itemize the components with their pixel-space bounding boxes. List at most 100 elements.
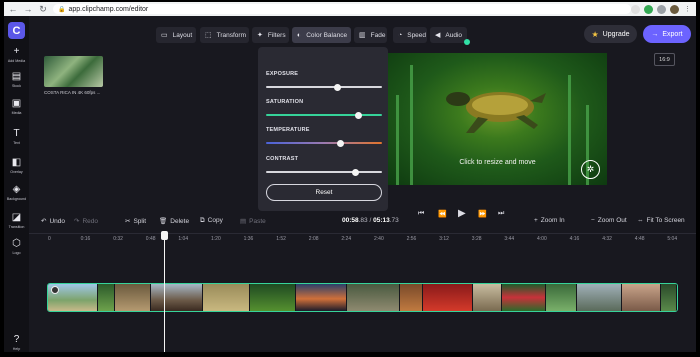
- address-bar[interactable]: 🔒 app.clipchamp.com/editor: [53, 4, 631, 14]
- sidebar-item-stock[interactable]: ▤ Stock: [4, 71, 29, 88]
- ruler-tick-label: 0: [48, 236, 51, 242]
- transform-icon: ⬚: [205, 32, 212, 39]
- undo-icon: ↶: [41, 218, 47, 225]
- sidebar-icon: T: [13, 128, 20, 139]
- sidebar-icon: ◪: [11, 212, 22, 223]
- ruler-tick-label: 1:20: [211, 236, 221, 242]
- url-text: app.clipchamp.com/editor: [68, 5, 149, 13]
- extension-icon[interactable]: [657, 4, 666, 14]
- media-thumbnail[interactable]: [44, 56, 103, 87]
- video-track[interactable]: [47, 283, 678, 312]
- video-preview[interactable]: Click to resize and move ✲: [388, 53, 607, 185]
- sidebar-item-logo[interactable]: ⬡ Logo: [4, 238, 29, 255]
- sidebar-item-background[interactable]: ◈ Background: [4, 184, 29, 201]
- tab-transform[interactable]: ⬚ Transform: [200, 27, 249, 43]
- total-time: 05:13: [373, 217, 390, 224]
- tab-filters[interactable]: ✦ Filters: [252, 27, 289, 43]
- resize-hint: Click to resize and move: [459, 159, 536, 166]
- tab-color-balance[interactable]: ◐ Color Balance: [292, 27, 351, 43]
- zoom-out-label: Zoom Out: [597, 217, 627, 224]
- paste-label: Paste: [249, 218, 266, 225]
- slider-knob[interactable]: [334, 83, 342, 91]
- browser-toolbar: ← → ↻ 🔒 app.clipchamp.com/editor ⋮: [4, 2, 696, 16]
- ruler-tick-label: 0:32: [113, 236, 123, 242]
- slider-knob[interactable]: [351, 168, 359, 176]
- sidebar-item-transition[interactable]: ◪ Transition: [4, 212, 29, 229]
- trash-icon: 🗑: [159, 218, 168, 225]
- upgrade-label: Upgrade: [602, 30, 630, 38]
- exposure-label: EXPOSURE: [266, 71, 299, 77]
- tab-audio[interactable]: ◀ Audio: [430, 27, 467, 43]
- fade-icon: ▥: [359, 32, 366, 39]
- scissors-icon: ✂: [125, 218, 131, 225]
- exposure-slider[interactable]: [266, 83, 382, 91]
- tab-label: Fade: [370, 31, 386, 39]
- ruler-tick-label: 0:16: [80, 236, 91, 242]
- app-logo[interactable]: C: [8, 22, 25, 39]
- timeline-ruler[interactable]: 0 0:16 0:32 0:48 1:04 1:20 1:36 1:52 2:08 2:24 2:4…: [29, 233, 696, 247]
- star-icon: ★: [591, 29, 599, 39]
- zoom-in-button[interactable]: + Zoom In: [534, 217, 565, 224]
- sidebar-item-label: Add Media: [7, 59, 26, 63]
- ruler-tick-label: 0:48: [145, 236, 156, 242]
- export-button[interactable]: → Export: [643, 25, 691, 43]
- sidebar-item-label: Media: [11, 111, 22, 115]
- extension-icon[interactable]: [631, 4, 640, 14]
- reset-button[interactable]: Reset: [266, 184, 382, 201]
- split-button[interactable]: ✂ Split: [125, 217, 146, 225]
- ruler-tick-label: 4:32: [602, 236, 612, 242]
- color-balance-icon: ◐: [297, 31, 302, 39]
- sidebar-item-overlay[interactable]: ◧ Overlay: [4, 157, 29, 174]
- fit-label: Fit To Screen: [646, 217, 685, 224]
- media-panel: COSTA RICA IN 4K 60fps ...: [29, 16, 119, 208]
- tab-speed[interactable]: ◔ Speed: [393, 27, 427, 43]
- menu-icon[interactable]: ⋮: [683, 5, 692, 14]
- clip-frame: [501, 284, 547, 311]
- zoom-out-button[interactable]: − Zoom Out: [591, 217, 627, 224]
- sidebar-item-help[interactable]: ? Help: [4, 334, 29, 351]
- copy-icon: ⧉: [200, 217, 205, 224]
- redo-button[interactable]: ↷ Redo: [74, 217, 98, 225]
- copy-button[interactable]: ⧉ Copy: [200, 217, 223, 225]
- active-indicator: [464, 39, 470, 45]
- profile-avatar[interactable]: [670, 4, 679, 14]
- paste-button[interactable]: ▤ Paste: [240, 217, 266, 225]
- tab-layout[interactable]: ▭ Layout: [156, 27, 196, 43]
- sidebar-icon: ▤: [11, 71, 22, 82]
- sidebar-item-media[interactable]: ▣ Media: [4, 98, 29, 115]
- aspect-ratio-button[interactable]: 16:9: [654, 53, 675, 66]
- saturation-slider[interactable]: [266, 111, 382, 119]
- turtle-image: [446, 92, 546, 133]
- clip-frame: [661, 284, 677, 311]
- contrast-slider[interactable]: [266, 168, 382, 176]
- sidebar-item-text[interactable]: T Text: [4, 128, 29, 145]
- clip-frame: [97, 284, 115, 311]
- color-balance-panel: EXPOSURE SATURATION TEMPERATURE CONTRAST Re…: [258, 47, 388, 211]
- ruler-tick-label: 2:24: [341, 236, 352, 242]
- playhead[interactable]: [164, 240, 165, 352]
- sidebar-item-add-media[interactable]: + Add Media: [4, 46, 29, 63]
- slider-knob[interactable]: [355, 111, 363, 119]
- clipchamp-editor: C + Add Media ▤ Stock ▣ Media T Text ◧ Overlay ◈ Ba…: [4, 16, 696, 352]
- extension-icon[interactable]: [644, 4, 653, 14]
- slider-knob[interactable]: [336, 139, 344, 147]
- playhead-handle[interactable]: [161, 231, 168, 240]
- clip-frame: [546, 284, 578, 311]
- undo-button[interactable]: ↶ Undo: [41, 217, 65, 225]
- reload-icon[interactable]: ↻: [37, 3, 49, 15]
- fit-to-screen-button[interactable]: ⇔ Fit To Screen: [637, 217, 685, 224]
- saturation-label: SATURATION: [266, 99, 304, 105]
- track-handle-icon[interactable]: [51, 286, 59, 294]
- tab-fade[interactable]: ▥ Fade: [354, 27, 387, 43]
- temperature-slider[interactable]: [266, 139, 382, 147]
- forward-icon[interactable]: →: [22, 3, 34, 15]
- timeline-toolbar: ↶ Undo ↷ Redo ✂ Split 🗑 Delete ⧉ Copy ▤ Paste …: [29, 216, 696, 230]
- delete-button[interactable]: 🗑 Delete: [159, 217, 189, 225]
- sidebar-item-label: Transition: [8, 225, 25, 229]
- upgrade-button[interactable]: ★ Upgrade: [584, 25, 637, 43]
- back-icon[interactable]: ←: [7, 3, 19, 15]
- ruler-tick-label: 1:36: [243, 236, 254, 242]
- plus-icon: +: [534, 217, 538, 224]
- clip-frame: [202, 284, 251, 311]
- sidebar-item-label: Stock: [12, 84, 21, 88]
